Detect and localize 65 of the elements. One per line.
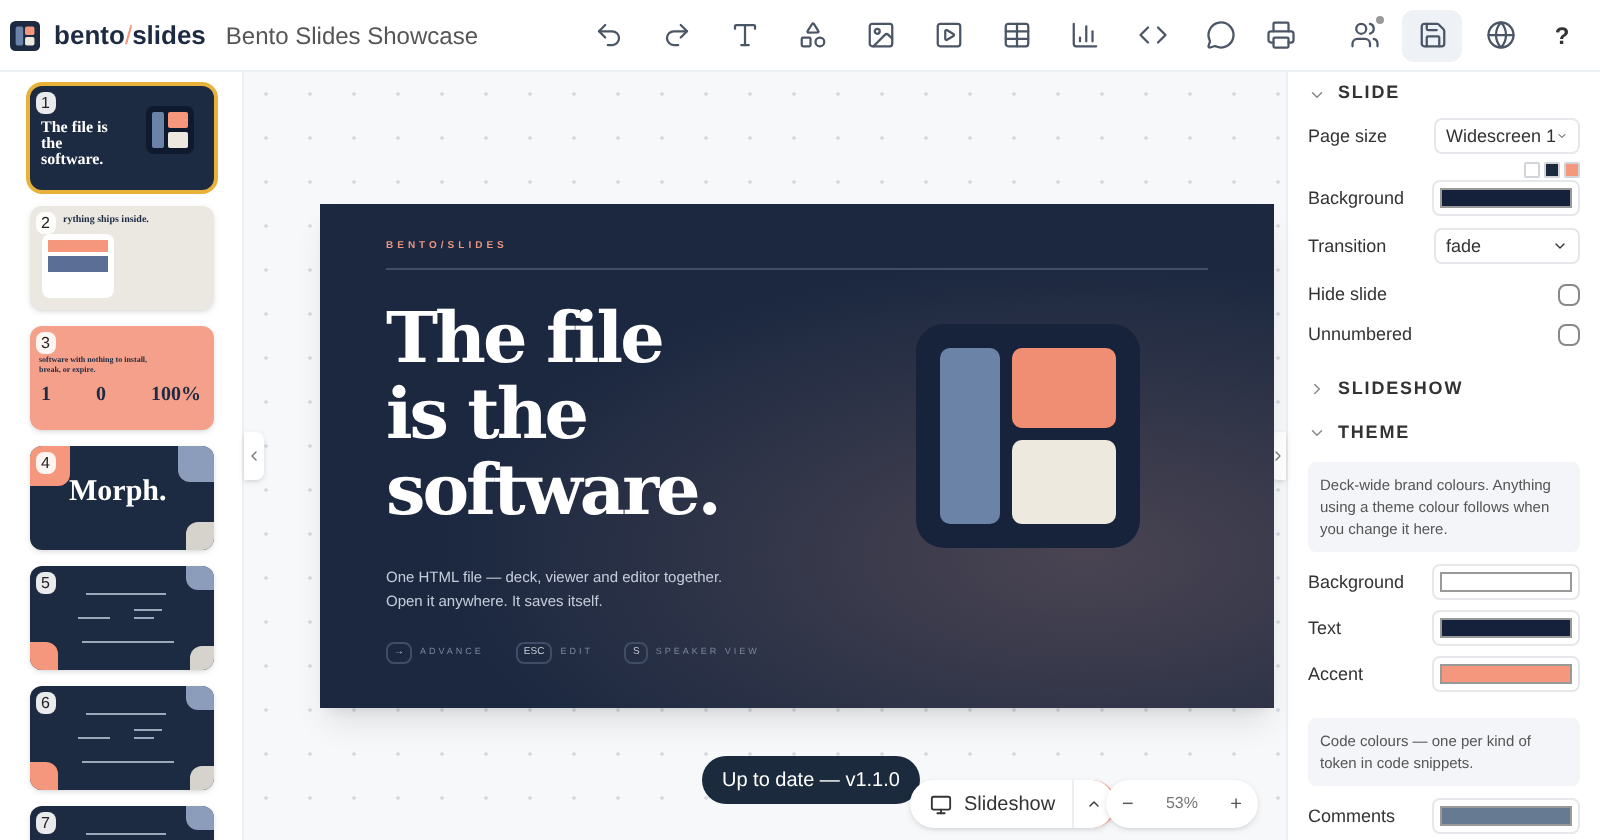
- transition-select[interactable]: fade: [1434, 228, 1580, 265]
- page-size-select[interactable]: Widescreen 1: [1434, 118, 1580, 155]
- field-label: Text: [1308, 615, 1342, 642]
- corner-shape: [189, 646, 213, 670]
- field-label: Accent: [1308, 661, 1364, 688]
- slide-number: 6: [35, 692, 56, 714]
- stat-value: 1: [41, 382, 51, 410]
- color-field[interactable]: [1432, 656, 1580, 693]
- thumbnail-title: The file is the software.: [41, 120, 110, 168]
- slide-number: 7: [35, 812, 56, 834]
- logo-icon: [10, 19, 41, 51]
- field-label: Hide slide: [1308, 281, 1388, 308]
- stat-value: 100%: [151, 382, 201, 410]
- slide-number: 5: [35, 572, 56, 594]
- corner-shape: [185, 806, 213, 830]
- field-label: Page size: [1308, 123, 1388, 150]
- field-label: Background: [1308, 569, 1405, 596]
- field-label: Background: [1308, 185, 1405, 212]
- update-toast: Up to date — v1.1.0: [702, 756, 920, 804]
- corner-shape: [29, 762, 57, 790]
- slide-number: 1: [35, 92, 56, 114]
- color-field[interactable]: [1432, 798, 1580, 835]
- corner-shape: [185, 522, 213, 550]
- brand-name: bento/slides: [54, 17, 206, 54]
- slide-number: 2: [35, 212, 56, 234]
- zoom-level: 53%: [1165, 792, 1198, 816]
- section-header[interactable]: SLIDESHOW: [1288, 368, 1600, 410]
- section-header[interactable]: SLIDE: [1288, 74, 1600, 115]
- slide-title: The file is the software.: [386, 301, 719, 529]
- help-button[interactable]: ?: [1538, 11, 1586, 59]
- monitor-icon: [930, 793, 952, 815]
- color-field[interactable]: [1432, 564, 1580, 601]
- slide-number: 3: [35, 332, 56, 354]
- save-icon[interactable]: [1402, 9, 1462, 61]
- caret-icon: [1085, 796, 1102, 812]
- slide-thumbnail[interactable]: 6: [29, 686, 213, 790]
- slide-thumbnail[interactable]: 4 Morph.: [29, 446, 213, 550]
- section-header[interactable]: THEME: [1288, 413, 1600, 454]
- slide-thumbnail[interactable]: 1 The file is the software.: [29, 86, 213, 190]
- zoom-out-button[interactable]: −: [1122, 789, 1134, 819]
- document-title: Bento Slides Showcase: [225, 19, 478, 53]
- color-field[interactable]: [1432, 180, 1580, 217]
- color-preset[interactable]: [1564, 162, 1580, 179]
- card-drawing: [41, 234, 113, 298]
- slide-thumbnail[interactable]: 5: [29, 566, 213, 670]
- corner-shape: [185, 566, 213, 590]
- corner-shape: [177, 446, 213, 482]
- stat-value: 0: [96, 382, 106, 410]
- field-label: Comments: [1308, 803, 1396, 830]
- thumbnail-title: Morph.: [69, 474, 167, 512]
- field-label: Unnumbered: [1308, 321, 1413, 348]
- caret-icon: [1308, 380, 1326, 399]
- corner-shape: [29, 642, 57, 670]
- color-field[interactable]: [1432, 610, 1580, 647]
- color-preset[interactable]: [1544, 162, 1560, 179]
- checkbox[interactable]: [1558, 323, 1580, 346]
- field-label: Transition: [1308, 233, 1387, 260]
- logo-drawing: [145, 106, 193, 154]
- collapse-handle[interactable]: [244, 432, 264, 480]
- slide-thumbnail[interactable]: 7: [29, 806, 213, 840]
- corner-shape: [189, 766, 213, 790]
- color-preset[interactable]: [1524, 162, 1540, 179]
- corner-shape: [185, 686, 213, 710]
- checkbox[interactable]: [1558, 283, 1580, 306]
- zoom-in-button[interactable]: +: [1230, 789, 1242, 819]
